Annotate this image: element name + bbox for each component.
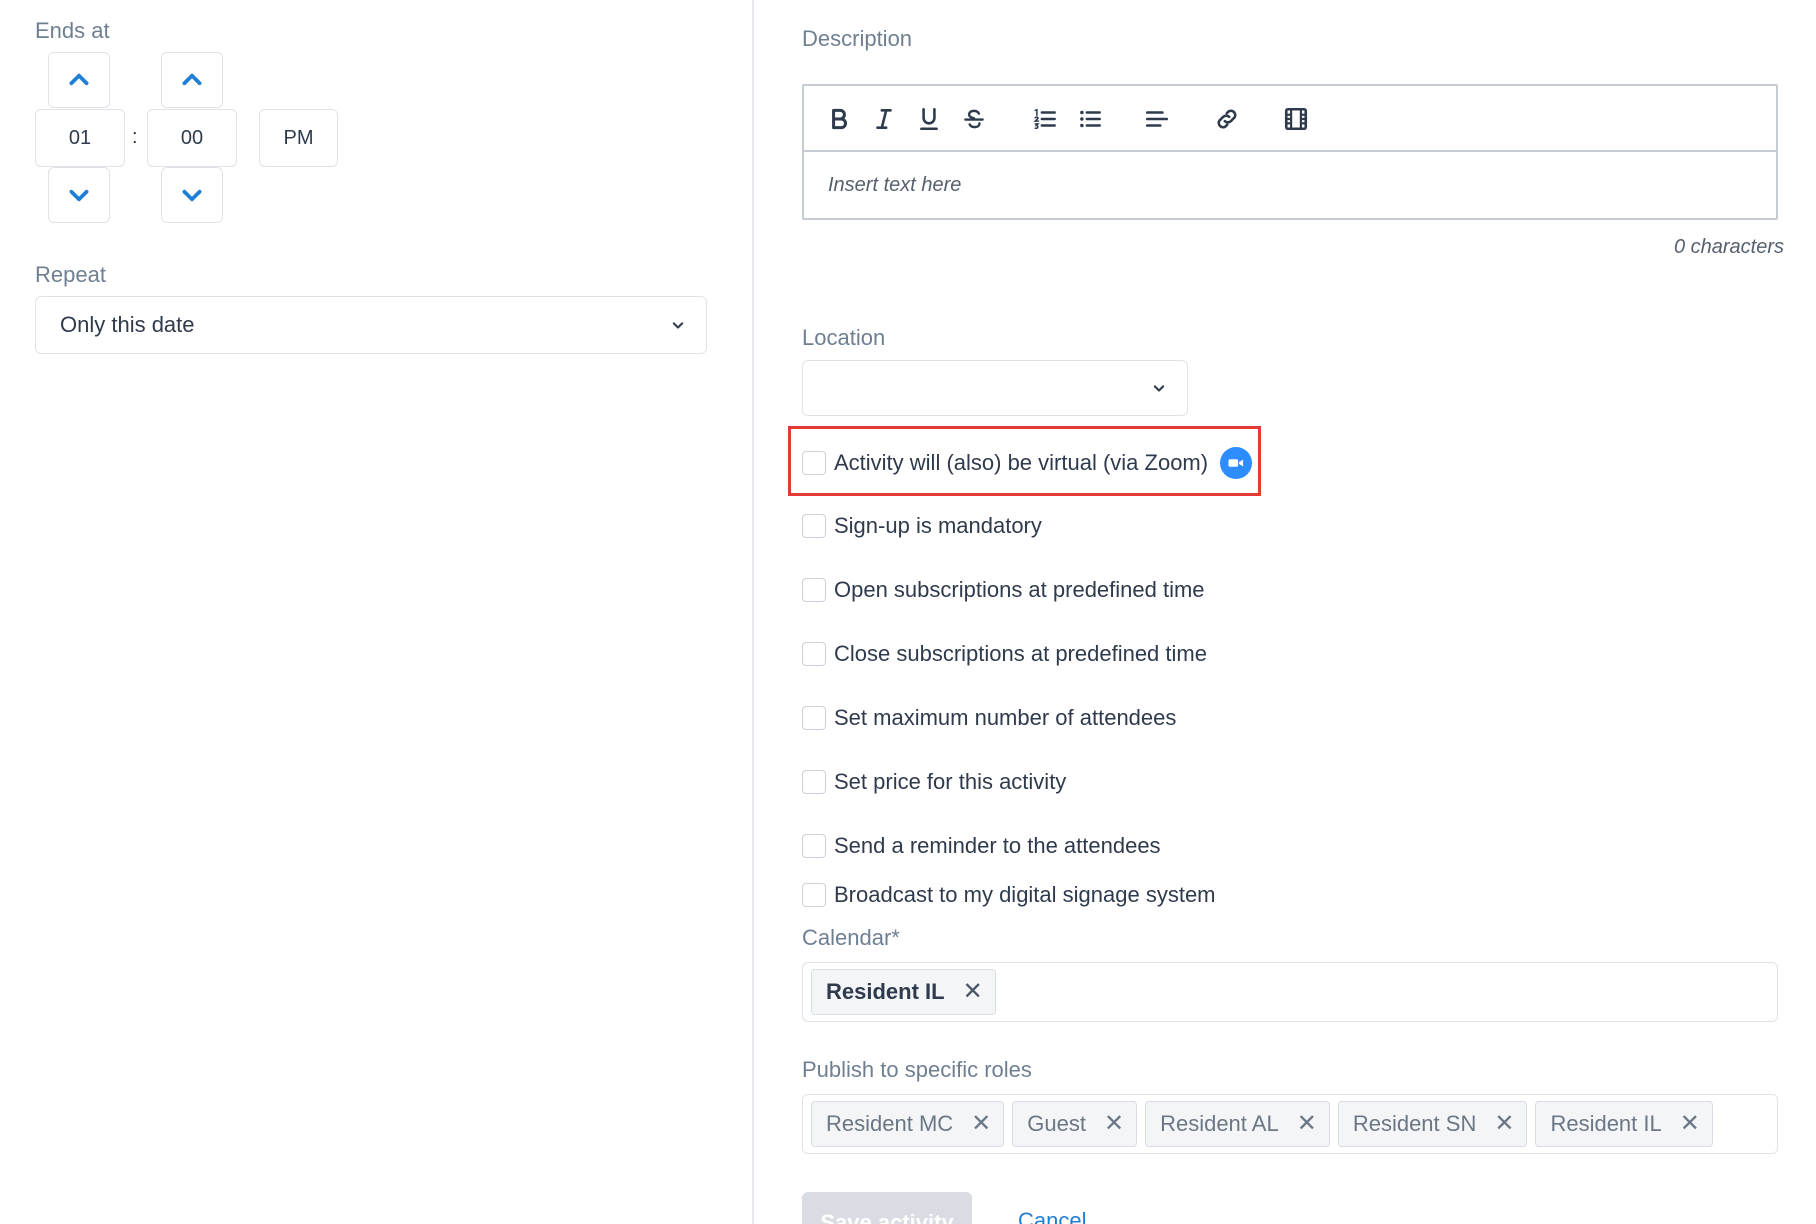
signup-mandatory-checkbox[interactable]: Sign-up is mandatory bbox=[802, 513, 1042, 539]
minute-decrement-button[interactable] bbox=[161, 167, 223, 223]
ends-at-label: Ends at bbox=[35, 18, 110, 43]
zoom-icon bbox=[1220, 447, 1253, 479]
checkbox-label: Activity will (also) be virtual (via Zoo… bbox=[834, 450, 1209, 475]
repeat-select[interactable]: Only this date bbox=[35, 296, 707, 354]
role-tag: Guest ✕ bbox=[1012, 1101, 1138, 1147]
character-count: 0 characters bbox=[1673, 236, 1784, 258]
chevron-down-icon bbox=[672, 322, 684, 329]
checkbox-label: Sign-up is mandatory bbox=[834, 513, 1042, 538]
checkbox-label: Set maximum number of attendees bbox=[834, 705, 1177, 730]
chevron-up-icon bbox=[182, 73, 202, 86]
checkbox-label: Broadcast to my digital signage system bbox=[834, 882, 1216, 907]
am-pm-toggle[interactable]: PM bbox=[259, 109, 338, 167]
checkbox-box[interactable] bbox=[802, 451, 826, 475]
editor-toolbar bbox=[804, 86, 1776, 152]
link-button[interactable] bbox=[1210, 102, 1244, 136]
checkbox-box[interactable] bbox=[802, 514, 826, 538]
chevron-up-icon bbox=[69, 73, 89, 86]
tag-label: Resident IL bbox=[826, 979, 945, 1004]
strikethrough-button[interactable] bbox=[957, 102, 991, 136]
checkbox-label: Open subscriptions at predefined time bbox=[834, 577, 1205, 602]
remove-tag-icon[interactable]: ✕ bbox=[1494, 1112, 1514, 1136]
right-column: Description Insert text here 0 character… bbox=[754, 0, 1816, 1224]
tag-label: Resident IL bbox=[1550, 1111, 1662, 1136]
checkbox-box[interactable] bbox=[802, 706, 826, 730]
close-subscriptions-checkbox[interactable]: Close subscriptions at predefined time bbox=[802, 641, 1207, 667]
roles-label: Publish to specific roles bbox=[802, 1057, 1032, 1082]
max-attendees-checkbox[interactable]: Set maximum number of attendees bbox=[802, 705, 1176, 731]
calendar-label: Calendar* bbox=[802, 925, 900, 950]
roles-tag-field[interactable]: Resident MC ✕ Guest ✕ Resident AL ✕ Resi… bbox=[802, 1094, 1778, 1154]
hour-decrement-button[interactable] bbox=[48, 167, 110, 223]
set-price-checkbox[interactable]: Set price for this activity bbox=[802, 769, 1066, 795]
left-column: Ends at 01 : 00 PM Repeat Only this date bbox=[0, 0, 752, 1224]
underline-icon bbox=[920, 107, 938, 131]
ordered-list-icon bbox=[1033, 108, 1056, 130]
bold-button[interactable] bbox=[822, 102, 856, 136]
remove-tag-icon[interactable]: ✕ bbox=[971, 1112, 991, 1136]
chevron-down-icon bbox=[182, 189, 202, 202]
remove-tag-icon[interactable]: ✕ bbox=[963, 980, 983, 1004]
role-tag: Resident MC ✕ bbox=[811, 1101, 1005, 1147]
italic-button[interactable] bbox=[867, 102, 901, 136]
ordered-list-button[interactable] bbox=[1028, 102, 1062, 136]
chevron-down-icon bbox=[1153, 385, 1165, 392]
checkbox-box[interactable] bbox=[802, 883, 826, 907]
role-tag: Resident IL ✕ bbox=[1535, 1101, 1713, 1147]
link-icon bbox=[1217, 109, 1237, 129]
hour-input[interactable]: 01 bbox=[35, 109, 125, 167]
location-select[interactable] bbox=[802, 360, 1188, 416]
tag-label: Resident AL bbox=[1160, 1111, 1279, 1136]
location-label: Location bbox=[802, 325, 886, 350]
repeat-label: Repeat bbox=[35, 262, 106, 287]
description-editor: Insert text here bbox=[802, 84, 1778, 220]
cancel-link[interactable]: Cancel bbox=[1018, 1208, 1086, 1224]
calendar-tag: Resident IL ✕ bbox=[811, 969, 996, 1015]
remove-tag-icon[interactable]: ✕ bbox=[1680, 1112, 1700, 1136]
role-tag: Resident SN ✕ bbox=[1337, 1101, 1528, 1147]
open-subscriptions-checkbox[interactable]: Open subscriptions at predefined time bbox=[802, 577, 1205, 603]
strikethrough-icon bbox=[964, 109, 984, 129]
align-left-icon bbox=[1145, 111, 1169, 127]
tag-label: Resident MC bbox=[826, 1111, 954, 1136]
tag-label: Guest bbox=[1027, 1111, 1086, 1136]
virtual-zoom-checkbox[interactable]: Activity will (also) be virtual (via Zoo… bbox=[802, 447, 1253, 479]
italic-icon bbox=[876, 109, 892, 129]
minute-input[interactable]: 00 bbox=[147, 109, 237, 167]
underline-button[interactable] bbox=[912, 102, 946, 136]
remove-tag-icon[interactable]: ✕ bbox=[1104, 1112, 1124, 1136]
checkbox-box[interactable] bbox=[802, 834, 826, 858]
checkbox-label: Send a reminder to the attendees bbox=[834, 833, 1161, 858]
checkbox-label: Set price for this activity bbox=[834, 769, 1067, 794]
tag-label: Resident SN bbox=[1352, 1111, 1477, 1136]
bullet-list-icon bbox=[1080, 110, 1101, 128]
digital-signage-checkbox[interactable]: Broadcast to my digital signage system bbox=[802, 882, 1216, 908]
description-textarea[interactable]: Insert text here bbox=[804, 152, 1776, 219]
checkbox-box[interactable] bbox=[802, 578, 826, 602]
chevron-down-icon bbox=[69, 189, 89, 202]
checkbox-label: Close subscriptions at predefined time bbox=[834, 641, 1207, 666]
save-activity-button[interactable]: Save activity bbox=[802, 1192, 972, 1224]
calendar-tag-field[interactable]: Resident IL ✕ bbox=[802, 962, 1778, 1022]
time-separator: : bbox=[132, 126, 138, 148]
align-button[interactable] bbox=[1140, 102, 1174, 136]
video-button[interactable] bbox=[1279, 102, 1313, 136]
role-tag: Resident AL ✕ bbox=[1145, 1101, 1330, 1147]
hour-increment-button[interactable] bbox=[48, 52, 110, 108]
description-label: Description bbox=[802, 26, 913, 51]
repeat-select-value: Only this date bbox=[60, 312, 195, 337]
film-icon bbox=[1284, 107, 1308, 131]
bold-icon bbox=[832, 108, 847, 130]
send-reminder-checkbox[interactable]: Send a reminder to the attendees bbox=[802, 833, 1161, 859]
checkbox-box[interactable] bbox=[802, 642, 826, 666]
bullet-list-button[interactable] bbox=[1073, 102, 1107, 136]
checkbox-box[interactable] bbox=[802, 770, 826, 794]
minute-increment-button[interactable] bbox=[161, 52, 223, 108]
remove-tag-icon[interactable]: ✕ bbox=[1297, 1112, 1317, 1136]
